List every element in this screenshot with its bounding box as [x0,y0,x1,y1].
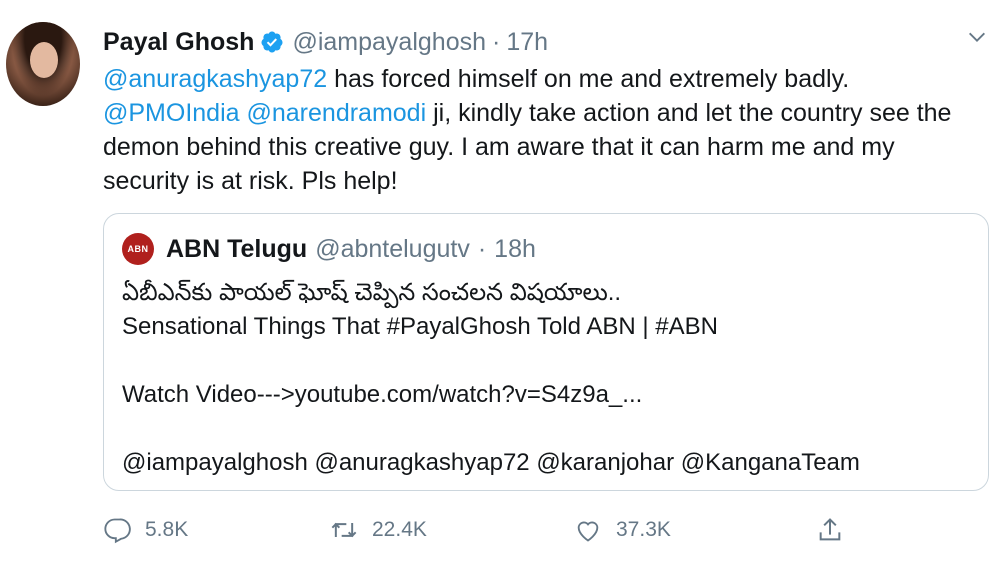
mention-link[interactable]: @PMOIndia [103,99,240,127]
tweet-text-segment: demon behind this creative guy. I am awa… [103,133,895,161]
tweet-text-segment: security is at risk. Pls help! [103,167,398,195]
tweet-actions: 5.8K 22.4K 37.3K [103,508,863,552]
chevron-down-icon[interactable] [966,26,988,48]
quoted-text-line: Watch Video--->youtube.com/watch?v=S4z9a… [122,381,643,408]
reply-count: 5.8K [145,518,189,541]
share-icon [819,518,841,541]
mention-link[interactable]: @narendramodi [247,99,427,127]
quoted-avatar[interactable]: ABN [122,233,154,265]
tweet-header: Payal Ghosh @iampayalghosh · 17h [103,26,548,58]
quoted-author-handle[interactable]: @abntelugutv [315,235,470,264]
quoted-tweet-header: ABN ABN Telugu @abntelugutv · 18h [122,232,536,266]
like-count: 37.3K [616,518,671,541]
reply-button[interactable]: 5.8K [103,508,188,552]
mention-link[interactable]: @anuragkashyap72 [103,65,327,93]
verified-badge-icon [261,31,283,53]
quoted-tweet-text: ఏబీఎన్‌కు పాయల్ ఘోష్ చెప్పిన సంచలన విషయా… [122,276,860,480]
tweet-text-line: security is at risk. Pls help! [103,164,993,198]
like-button[interactable]: 37.3K [574,508,671,552]
author-name[interactable]: Payal Ghosh [103,28,254,57]
tweet-time[interactable]: 17h [506,28,548,57]
retweet-count: 22.4K [372,518,427,541]
quoted-text-line [122,344,860,378]
author-avatar[interactable] [6,22,80,106]
tweet-text: @anuragkashyap72 has forced himself on m… [103,62,993,198]
separator-dot: · [492,27,501,56]
reply-icon [104,518,131,544]
tweet-text-segment: has forced himself on me and extremely b… [327,65,850,93]
tweet-text-segment [240,99,247,127]
tweet-text-line: @anuragkashyap72 has forced himself on m… [103,62,993,96]
tweet-text-line: demon behind this creative guy. I am awa… [103,130,993,164]
share-button[interactable] [816,508,858,552]
tweet-text-segment: ji, kindly take action and let the count… [426,99,952,127]
heart-icon [577,521,599,542]
quoted-tweet-time[interactable]: 18h [494,235,536,264]
author-handle[interactable]: @iampayalghosh [292,28,486,57]
quoted-text-line [122,412,860,446]
quoted-author-name[interactable]: ABN Telugu [166,235,307,264]
quoted-text-line: ఏబీఎన్‌కు పాయల్ ఘోష్ చెప్పిన సంచలన విషయా… [122,279,622,306]
quoted-text-line: Sensational Things That #PayalGhosh Told… [122,313,718,340]
retweet-button[interactable]: 22.4K [330,508,427,552]
tweet-text-line: @PMOIndia @narendramodi ji, kindly take … [103,96,993,130]
retweet-icon [331,522,357,538]
quoted-text-line: @iampayalghosh @anuragkashyap72 @karanjo… [122,449,860,476]
quoted-separator-dot: · [477,234,487,263]
quoted-tweet[interactable]: ABN ABN Telugu @abntelugutv · 18h ఏబీఎన్… [103,213,989,491]
